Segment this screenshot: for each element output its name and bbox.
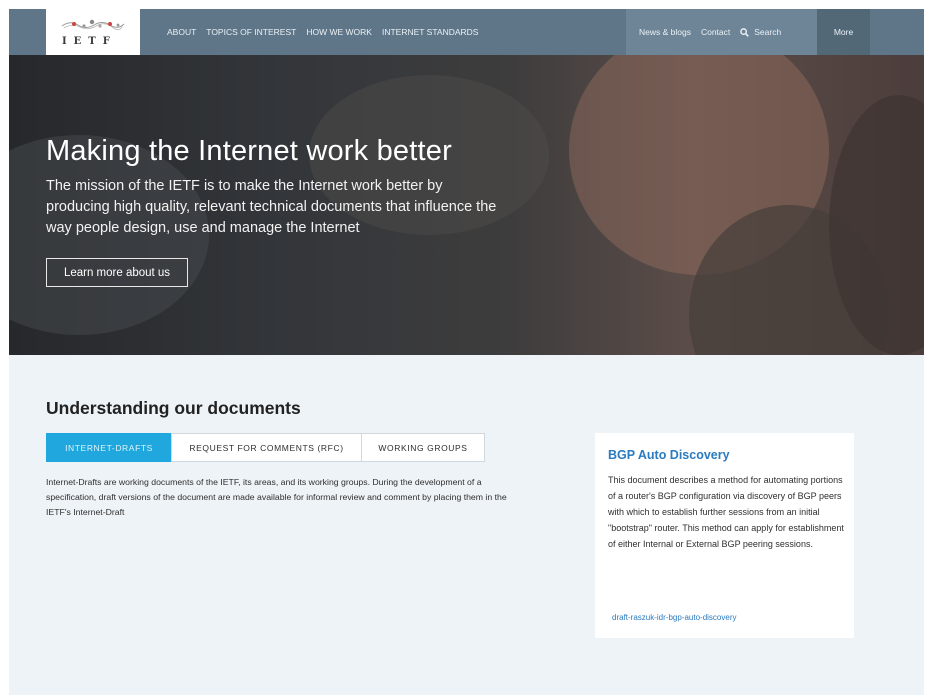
logo-mark-icon [61,19,125,31]
page: IETF ABOUT TOPICS OF INTEREST HOW WE WOR… [9,9,924,695]
nav-topics-of-interest[interactable]: TOPICS OF INTEREST [206,27,296,37]
card-title[interactable]: BGP Auto Discovery [608,448,730,462]
documents-tabs: INTERNET-DRAFTS REQUEST FOR COMMENTS (RF… [46,433,485,462]
documents-section-title: Understanding our documents [46,398,301,418]
primary-nav: ABOUT TOPICS OF INTEREST HOW WE WORK INT… [167,9,488,55]
tab-panel-text: Internet-Drafts are working documents of… [46,477,507,517]
learn-more-button[interactable]: Learn more about us [46,258,188,287]
ietf-logo[interactable]: IETF [46,9,140,55]
tab-working-groups[interactable]: WORKING GROUPS [361,433,485,462]
nav-news-blogs[interactable]: News & blogs [639,27,691,37]
search-button[interactable]: Search [740,27,781,37]
hero-content: Making the Internet work better The miss… [46,135,506,239]
tab-rfc[interactable]: REQUEST FOR COMMENTS (RFC) [171,433,362,462]
card-description: This document describes a method for aut… [608,475,844,549]
nav-internet-standards[interactable]: INTERNET STANDARDS [382,27,479,37]
search-label: Search [754,27,782,37]
nav-contact[interactable]: Contact [701,27,730,37]
secondary-nav: News & blogs Contact Search [626,9,817,55]
top-nav: IETF ABOUT TOPICS OF INTEREST HOW WE WOR… [9,9,924,55]
hero-banner: Making the Internet work better The miss… [9,55,924,355]
nav-about[interactable]: ABOUT [167,27,196,37]
more-menu-button[interactable]: More [817,9,870,55]
hero-subtitle: The mission of the IETF is to make the I… [46,178,497,236]
nav-how-we-work[interactable]: HOW WE WORK [306,27,372,37]
search-icon [740,27,750,37]
featured-draft-card: BGP Auto Discovery This document describ… [595,433,854,638]
draft-link[interactable]: draft-raszuk-idr-bgp-auto-discovery [612,613,737,622]
hero-title: Making the Internet work better [46,135,452,167]
logo-text: IETF [62,36,117,47]
tab-internet-drafts[interactable]: INTERNET-DRAFTS [46,433,172,462]
